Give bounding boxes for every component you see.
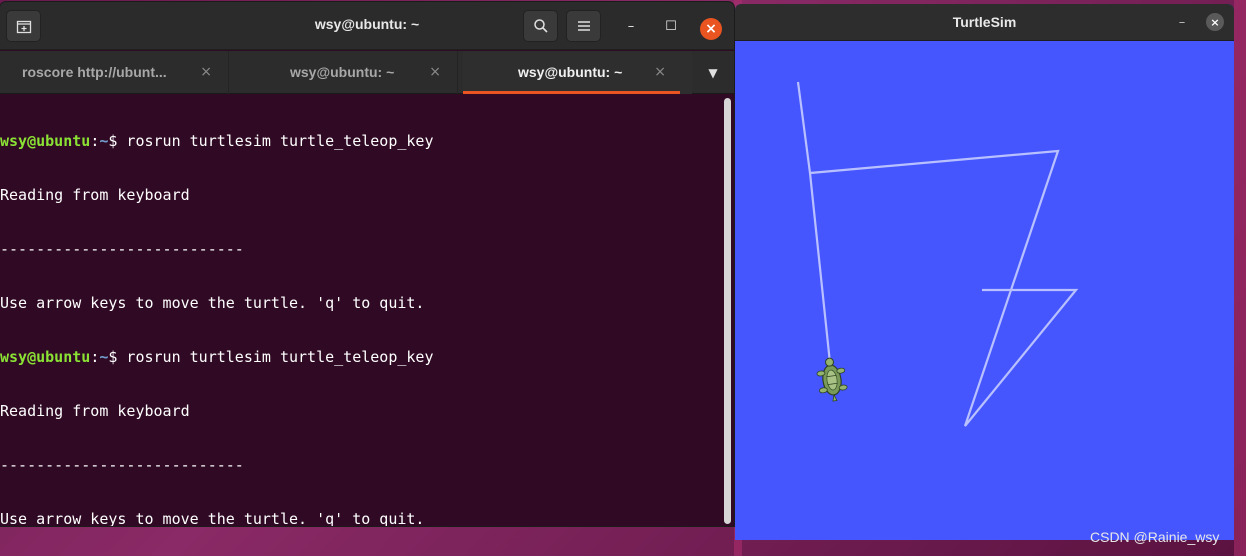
turtlesim-title: TurtleSim <box>952 14 1017 30</box>
prompt-user: wsy@ubuntu <box>0 132 91 150</box>
hamburger-menu-icon <box>577 21 590 31</box>
tab-roscore[interactable]: roscore http://ubunt... × <box>0 51 229 94</box>
turtlesim-header-bar: TurtleSim – × <box>735 4 1234 41</box>
command-text: $ rosrun turtlesim turtle_teleop_key <box>108 348 434 366</box>
minimize-button[interactable]: – <box>621 16 641 36</box>
tab-label: roscore http://ubunt... <box>22 64 167 80</box>
tab-close-icon[interactable]: × <box>654 64 666 80</box>
close-button[interactable]: × <box>700 18 722 40</box>
terminal-line: wsy@ubuntu:~$ rosrun turtlesim turtle_te… <box>0 348 722 366</box>
search-button[interactable] <box>523 10 558 42</box>
prompt-user: wsy@ubuntu <box>0 348 91 366</box>
turtle-sprite <box>816 357 848 402</box>
turtlesim-canvas <box>796 81 1079 427</box>
tab-label: wsy@ubuntu: ~ <box>290 64 395 80</box>
terminal-line: --------------------------- <box>0 456 244 474</box>
desktop: { "terminal": { "title": "wsy@ubuntu: ~"… <box>0 0 1246 556</box>
terminal-line: --------------------------- <box>0 240 244 258</box>
turtle-trail-path <box>808 172 832 364</box>
terminal-line: wsy@ubuntu:~$ rosrun turtlesim turtle_te… <box>0 132 722 150</box>
terminal-line: Reading from keyboard <box>0 402 190 420</box>
tab-terminal-2[interactable]: wsy@ubuntu: ~ × <box>229 51 458 94</box>
maximize-button[interactable]: ☐ <box>661 16 681 36</box>
menu-button[interactable] <box>566 10 601 42</box>
csdn-watermark: CSDN @Rainie_wsy <box>1090 529 1220 545</box>
tab-list-dropdown-icon[interactable]: ▼ <box>700 60 726 86</box>
terminal-window: wsy@ubuntu: ~ – ☐ × roscore http://ubunt… <box>0 2 734 526</box>
turtlesim-minimize-button[interactable]: – <box>1172 12 1192 32</box>
terminal-header-bar: wsy@ubuntu: ~ – ☐ × <box>0 2 734 50</box>
turtlesim-window: TurtleSim – × <box>735 4 1234 540</box>
search-icon <box>533 19 548 33</box>
active-tab-indicator <box>463 91 680 94</box>
prompt-separator: : <box>90 348 100 366</box>
tab-terminal-3-active[interactable]: wsy@ubuntu: ~ × <box>463 51 692 94</box>
tab-close-icon[interactable]: × <box>200 64 212 80</box>
terminal-line: Reading from keyboard <box>0 186 190 204</box>
wallpaper-stripe <box>1234 0 1246 556</box>
terminal-line: Use arrow keys to move the turtle. 'q' t… <box>0 510 425 526</box>
terminal-scrollbar[interactable] <box>724 98 731 524</box>
terminal-output[interactable]: wsy@ubuntu:~$ rosrun turtlesim turtle_te… <box>0 95 722 526</box>
prompt-separator: : <box>90 132 100 150</box>
tab-bar: roscore http://ubunt... × wsy@ubuntu: ~ … <box>0 51 734 94</box>
tab-label: wsy@ubuntu: ~ <box>518 64 623 80</box>
terminal-line: Use arrow keys to move the turtle. 'q' t… <box>0 294 425 312</box>
tab-close-icon[interactable]: × <box>429 64 441 80</box>
command-text: $ rosrun turtlesim turtle_teleop_key <box>108 132 434 150</box>
turtlesim-close-button[interactable]: × <box>1206 13 1224 31</box>
